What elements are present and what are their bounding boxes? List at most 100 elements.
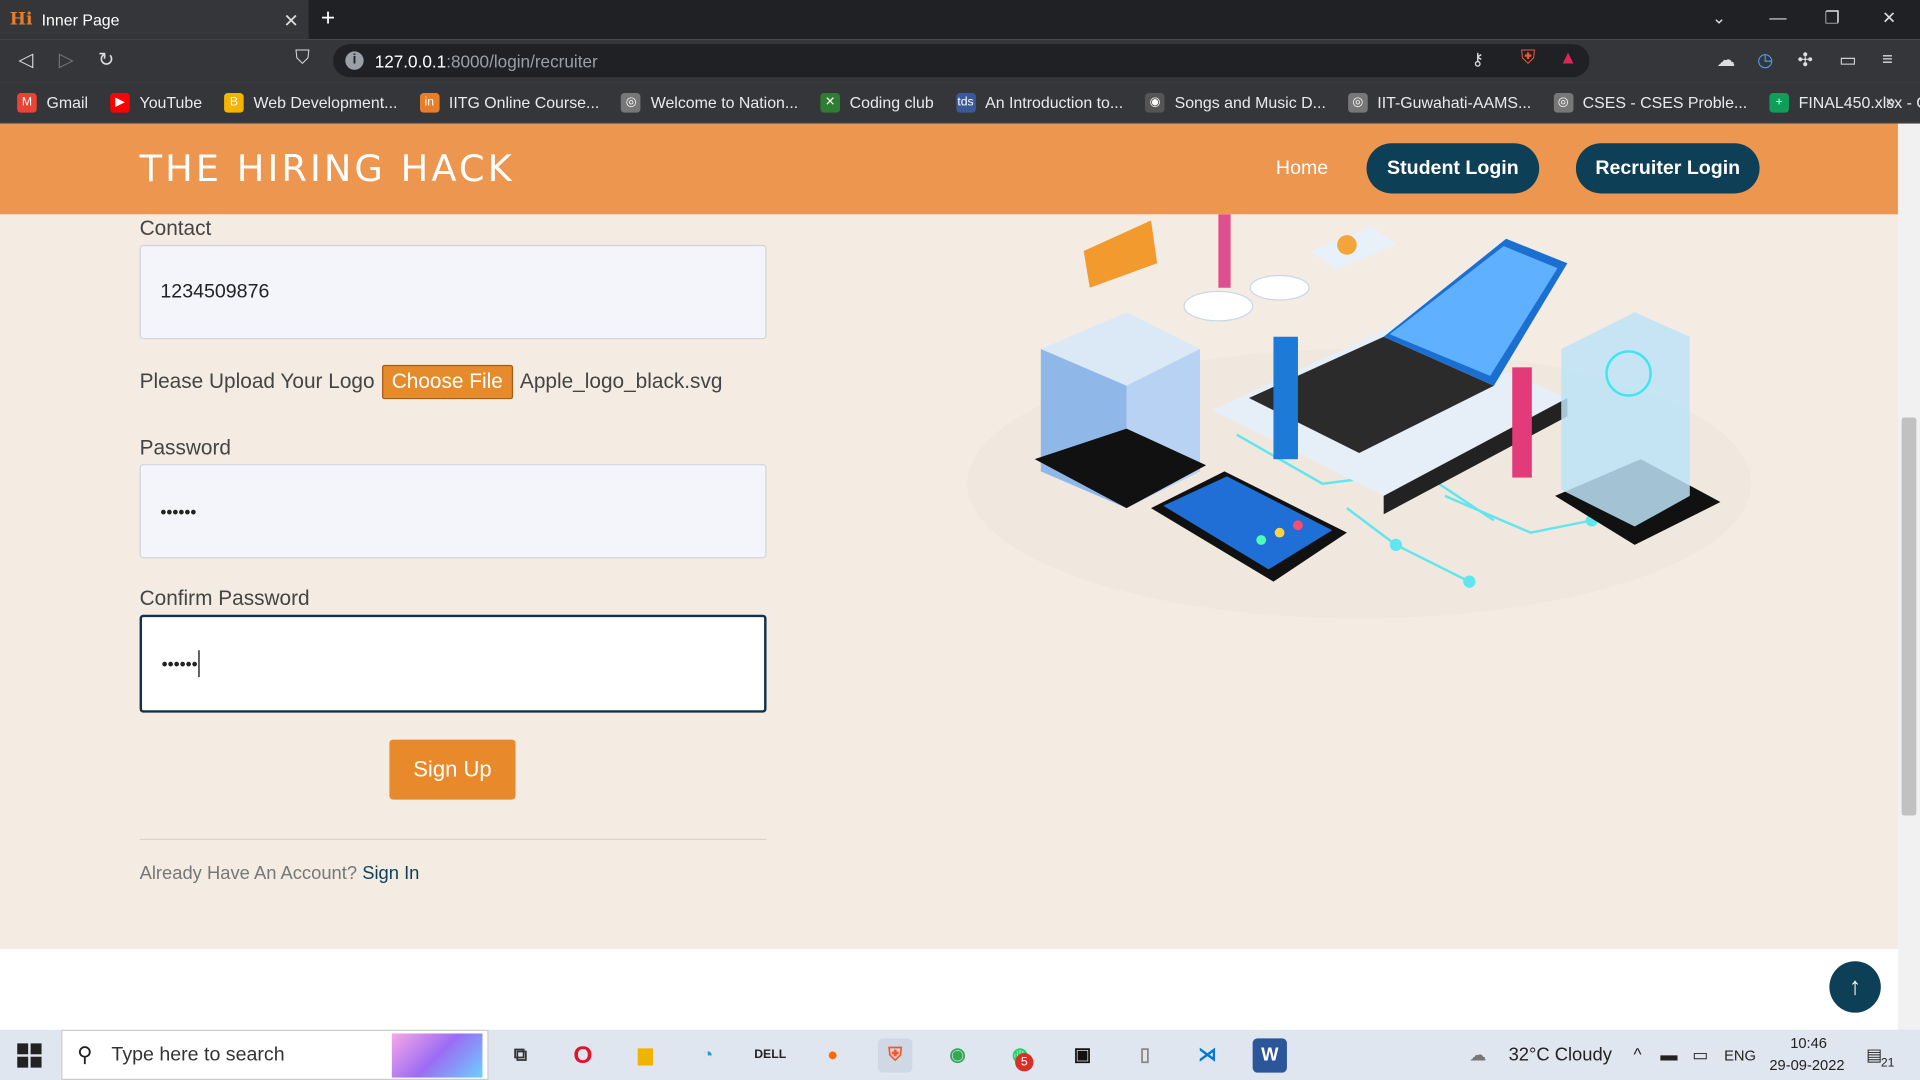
bookmark-favicon-icon: +: [1769, 92, 1789, 113]
scrollbar-thumb[interactable]: [1901, 417, 1917, 816]
bookmark-icon[interactable]: ⛉: [295, 48, 310, 70]
task-view-icon[interactable]: ⧉: [503, 1038, 537, 1072]
taskbar-search-box[interactable]: ⚲ Type here to search: [61, 1029, 489, 1080]
page-scrollbar[interactable]: [1897, 123, 1920, 1030]
tray-expand-icon[interactable]: ^: [1633, 1044, 1641, 1064]
back-to-top-button[interactable]: ↑: [1829, 961, 1881, 1013]
browser-tab[interactable]: Hi Inner Page ✕: [0, 0, 309, 40]
bookmark-favicon-icon: tds: [955, 92, 976, 113]
confirm-password-label: Confirm Password: [139, 586, 310, 610]
bookmark-item[interactable]: ◎ Welcome to Nation...: [621, 92, 799, 113]
bookmarks-bar: M Gmail ▶ YouTube B Web Development... in IITG …: [0, 82, 1920, 124]
firefox-icon[interactable]: ●: [816, 1038, 850, 1072]
tab-search-icon[interactable]: ⌄: [1712, 7, 1726, 28]
chrome-icon[interactable]: ◉: [940, 1038, 974, 1072]
opera-icon[interactable]: O: [566, 1038, 600, 1072]
file-explorer-icon[interactable]: ▆: [628, 1038, 662, 1072]
bookmark-favicon-icon: B: [224, 92, 244, 113]
extensions-puzzle-icon[interactable]: ✣: [1798, 49, 1813, 71]
whatsapp-badge: 5: [1015, 1053, 1034, 1072]
clock-extension-icon[interactable]: ◷: [1757, 49, 1773, 71]
bookmark-label: Gmail: [46, 93, 89, 112]
url-host: 127.0.0.1: [374, 50, 447, 71]
bookmark-favicon-icon: in: [419, 92, 440, 113]
student-login-button[interactable]: Student Login: [1366, 143, 1540, 194]
new-tab-icon[interactable]: +: [321, 5, 335, 33]
vscode-icon[interactable]: ⋊: [1190, 1038, 1224, 1072]
notepad-icon[interactable]: ▯: [1128, 1038, 1162, 1072]
site-logo[interactable]: THE HIRING HACK: [140, 148, 515, 191]
language-indicator[interactable]: ENG: [1724, 1047, 1756, 1064]
recruiter-login-button[interactable]: Recruiter Login: [1575, 143, 1760, 194]
close-window-icon[interactable]: ✕: [1882, 7, 1896, 28]
brave-rewards-icon[interactable]: ▲: [1559, 48, 1577, 69]
dell-icon[interactable]: DELL: [753, 1038, 787, 1072]
word-icon[interactable]: W: [1252, 1038, 1287, 1073]
text-cursor: [198, 650, 201, 678]
confirm-password-input[interactable]: ••••••: [139, 614, 767, 713]
battery-icon[interactable]: ▬: [1660, 1044, 1677, 1064]
bookmark-item[interactable]: + FINAL450.xlsx - Go...: [1769, 92, 1920, 113]
choose-file-button[interactable]: Choose File: [381, 364, 513, 400]
bookmark-item[interactable]: ▶ YouTube: [110, 92, 203, 113]
bookmark-label: Welcome to Nation...: [650, 93, 799, 112]
footer: [0, 948, 1898, 1030]
bookmark-favicon-icon: ✕: [820, 92, 840, 113]
password-input[interactable]: ••••••: [139, 464, 767, 559]
wallet-icon[interactable]: ▭: [1839, 49, 1856, 71]
bookmark-item[interactable]: in IITG Online Course...: [419, 92, 599, 113]
bookmark-item[interactable]: tds An Introduction to...: [955, 92, 1123, 113]
site-info-icon[interactable]: i: [345, 51, 364, 70]
sign-in-link[interactable]: Sign In: [362, 863, 419, 884]
bookmark-label: IIT-Guwahati-AAMS...: [1377, 93, 1532, 112]
bookmark-item[interactable]: M Gmail: [17, 92, 89, 113]
terminal-icon[interactable]: ▣: [1065, 1038, 1099, 1072]
url-path: :8000/login/recruiter: [446, 50, 598, 71]
bookmark-item[interactable]: ◎ IIT-Guwahati-AAMS...: [1347, 92, 1532, 113]
bookmark-favicon-icon: ◎: [1347, 92, 1368, 113]
contact-input[interactable]: 1234509876: [139, 244, 767, 340]
bookmark-item[interactable]: B Web Development...: [224, 92, 397, 113]
contact-label: Contact: [139, 216, 212, 241]
sign-up-button[interactable]: Sign Up: [389, 739, 516, 800]
windows-start-icon[interactable]: [17, 1043, 42, 1068]
password-label: Password: [139, 435, 231, 460]
network-icon[interactable]: ▭: [1692, 1044, 1708, 1065]
search-highlight-icon: [391, 1033, 483, 1078]
upload-label: Please Upload Your Logo: [139, 369, 375, 394]
clock-date[interactable]: 29-09-2022: [1769, 1057, 1844, 1074]
bookmark-item[interactable]: ◉ Songs and Music D...: [1145, 92, 1326, 113]
selected-file-name: Apple_logo_black.svg: [519, 369, 723, 394]
reload-icon[interactable]: ↻: [98, 48, 114, 72]
forward-icon[interactable]: ▷: [59, 48, 74, 72]
weather-icon[interactable]: ☁: [1469, 1044, 1486, 1065]
restore-icon[interactable]: ❐: [1824, 7, 1839, 28]
logo-upload-row: Please Upload Your Logo Choose File Appl…: [139, 364, 723, 400]
browser-tab-bar: Hi Inner Page ✕ + ⌄ — ❐ ✕: [0, 0, 1920, 40]
edge-icon[interactable]: ◔: [691, 1038, 725, 1072]
hero-illustration: [967, 214, 1752, 619]
brave-taskbar-icon[interactable]: ⛨: [877, 1038, 913, 1073]
extension-icon[interactable]: ☁: [1717, 49, 1735, 71]
minimize-icon[interactable]: —: [1769, 7, 1786, 27]
search-icon: ⚲: [77, 1043, 93, 1067]
weather-text[interactable]: 32°C Cloudy: [1509, 1044, 1612, 1065]
key-icon[interactable]: ⚷: [1472, 49, 1485, 70]
bookmark-item[interactable]: ◎ CSES - CSES Proble...: [1553, 92, 1748, 113]
back-icon[interactable]: ◁: [18, 48, 33, 72]
close-tab-icon[interactable]: ✕: [283, 10, 298, 32]
clock-time[interactable]: 10:46: [1790, 1035, 1827, 1052]
brave-shield-icon[interactable]: ⛨: [1521, 48, 1536, 70]
bookmark-favicon-icon: ◉: [1145, 92, 1165, 113]
site-favicon-icon: Hi: [9, 9, 33, 30]
nav-home-link[interactable]: Home: [1276, 158, 1328, 180]
address-bar[interactable]: i 127.0.0.1:8000/login/recruiter ⚷ ⛨ ▲: [333, 44, 1590, 78]
more-bookmarks-icon[interactable]: »: [1886, 91, 1896, 111]
notification-count: 21: [1880, 1056, 1895, 1071]
already-have-account-label: Already Have An Account?: [139, 863, 358, 885]
bookmark-label: CSES - CSES Proble...: [1582, 93, 1748, 112]
bookmark-item[interactable]: ✕ Coding club: [820, 92, 934, 113]
bookmark-label: YouTube: [139, 93, 203, 112]
divider: [139, 838, 767, 841]
menu-icon[interactable]: ≡: [1882, 49, 1893, 70]
